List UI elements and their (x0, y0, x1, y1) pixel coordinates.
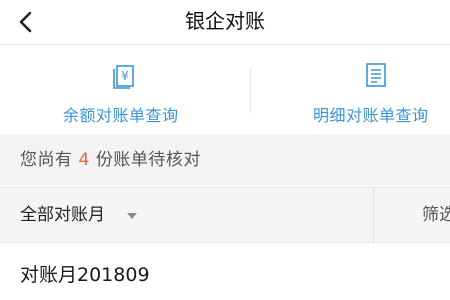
top-nav-bar: 银企对账 (0, 0, 450, 45)
pending-notice: 您尚有 4 份账单待核对 (0, 134, 450, 186)
balance-statement-query-label: 余额对账单查询 (63, 106, 179, 125)
query-actions: ¥ 余额对账单查询 明细对账单查询 (0, 45, 450, 133)
list-document-icon (366, 63, 386, 87)
balance-statement-query-button[interactable]: ¥ 余额对账单查询 (0, 45, 250, 133)
pending-notice-text: 您尚有 4 份账单待核对 (20, 134, 201, 186)
period-dropdown-label: 全部对账月 (20, 205, 105, 225)
page-title: 银企对账 (185, 9, 265, 33)
filter-button[interactable]: 筛选 (374, 188, 450, 242)
yen-document-icon: ¥ (113, 65, 134, 89)
notice-prefix: 您尚有 (20, 150, 73, 170)
caret-down-icon (127, 213, 137, 219)
notice-suffix: 份账单待核对 (95, 150, 201, 170)
period-dropdown[interactable]: 全部对账月 (0, 188, 372, 242)
detail-statement-query-label: 明细对账单查询 (313, 106, 429, 125)
filter-bar: 全部对账月 筛选 (0, 187, 450, 243)
svg-text:¥: ¥ (121, 69, 129, 83)
statement-month-title: 对账月201809 (20, 264, 150, 286)
pending-count: 4 (78, 150, 90, 170)
filter-button-label: 筛选 (422, 205, 450, 225)
list-item[interactable]: 对账月201809 (0, 243, 450, 300)
detail-statement-query-button[interactable]: 明细对账单查询 (251, 45, 450, 133)
